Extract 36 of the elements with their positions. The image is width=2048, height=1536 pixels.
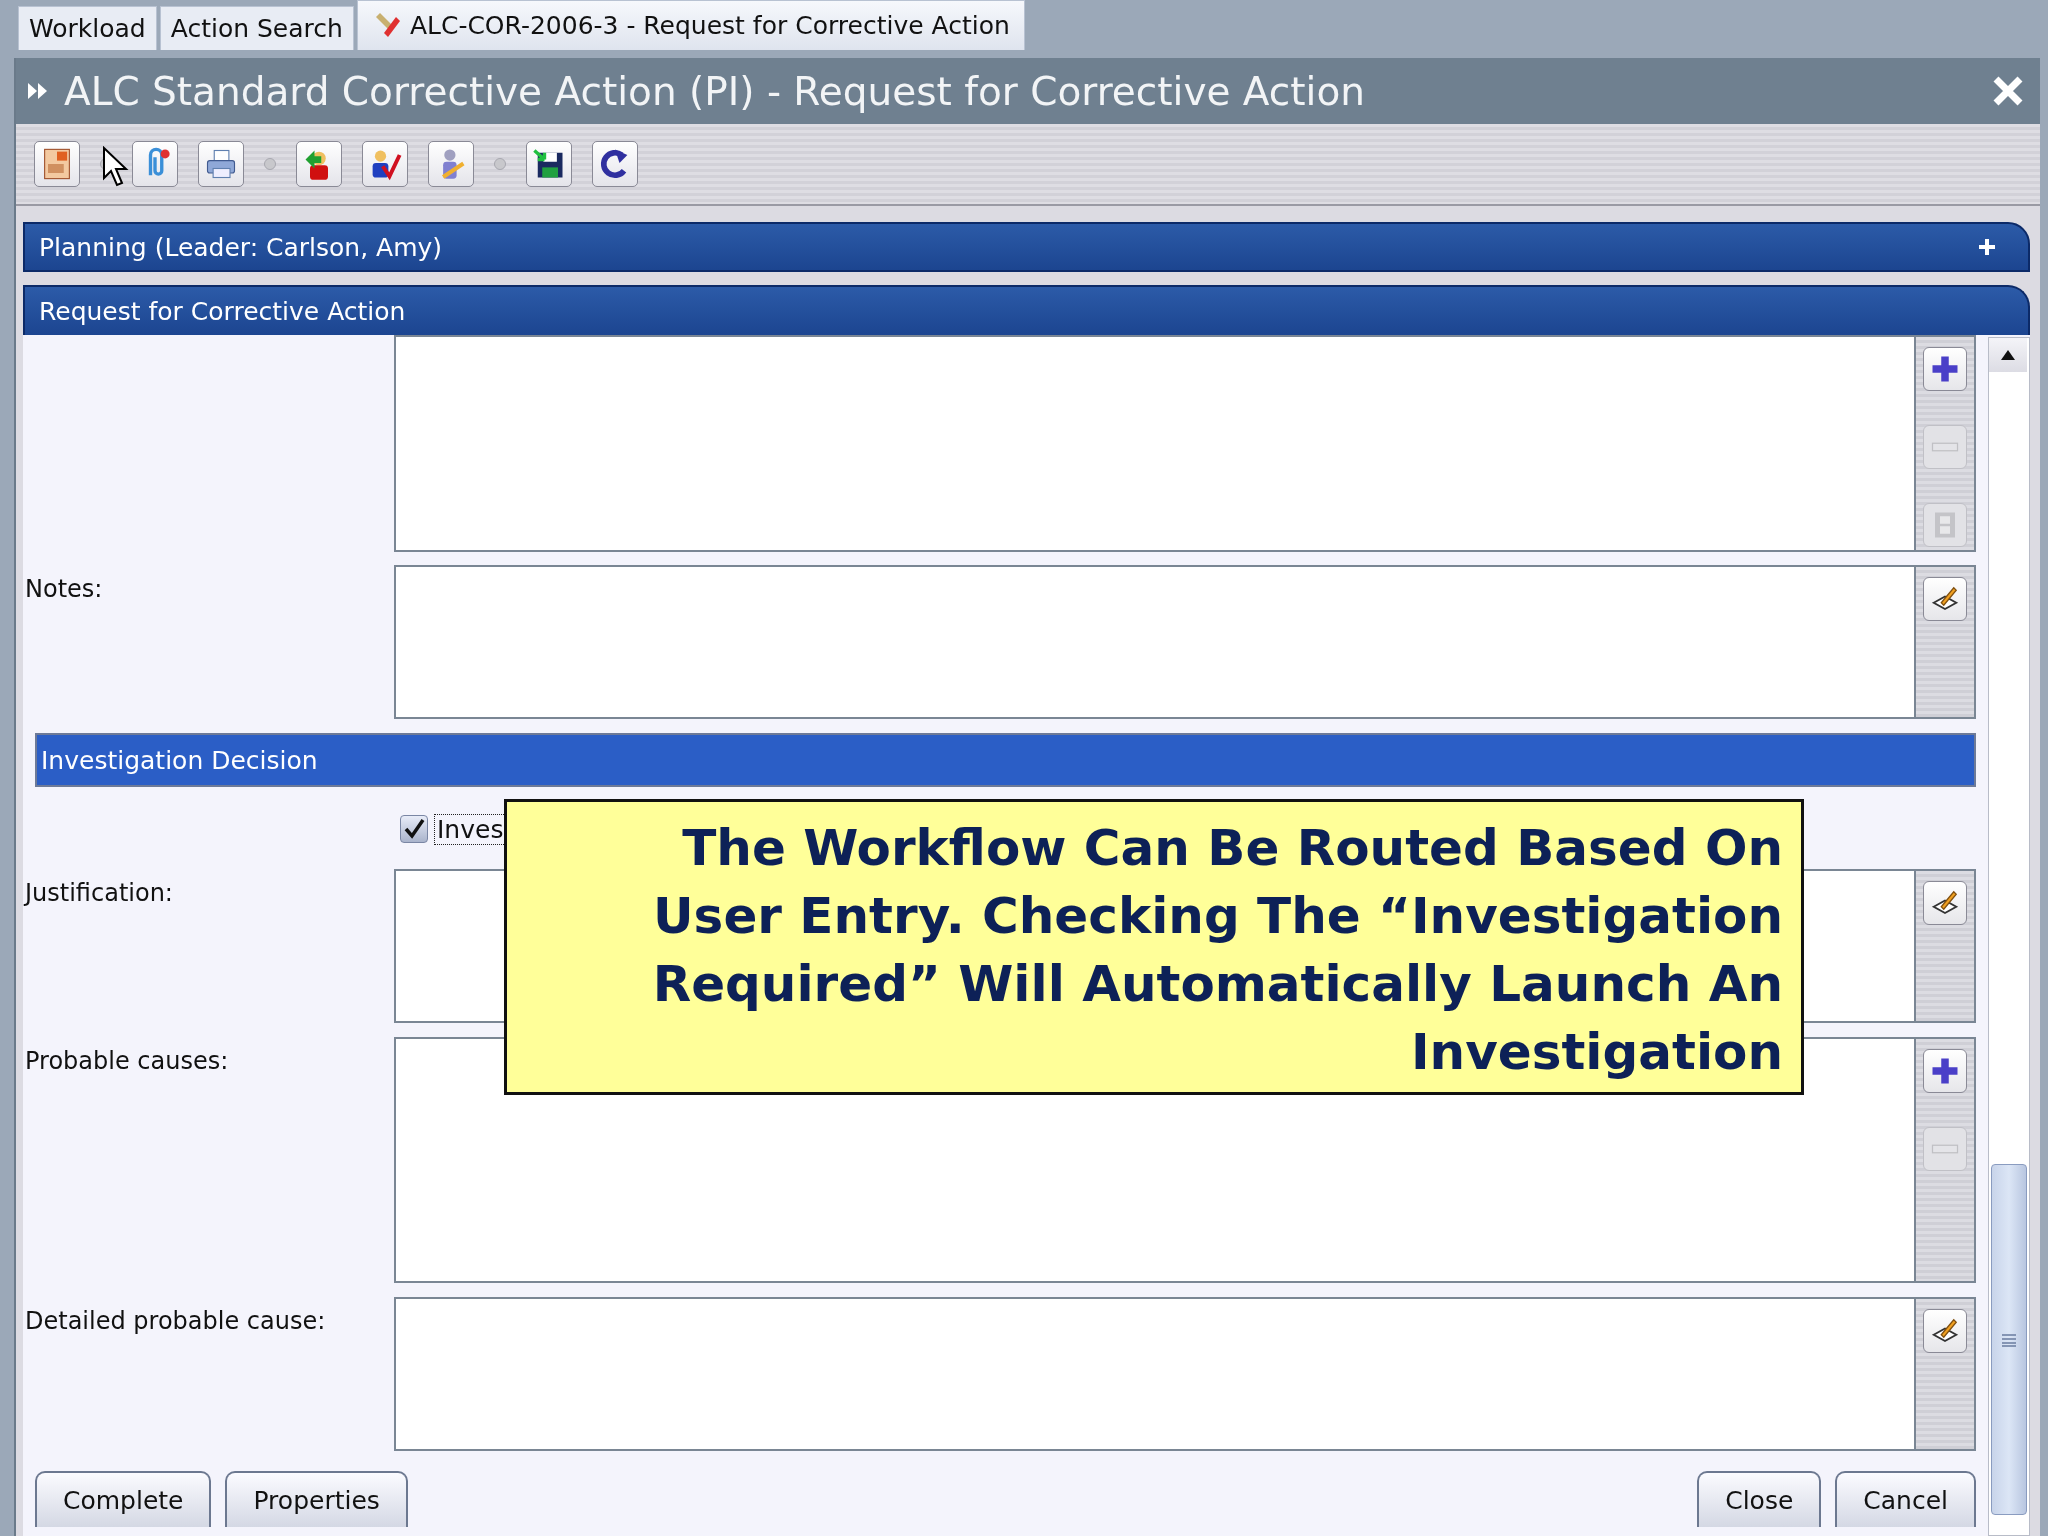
add-button[interactable] [1923, 1049, 1967, 1093]
edit-button[interactable] [1923, 881, 1967, 925]
plus-icon [1978, 238, 1996, 256]
toolbar-button[interactable] [592, 141, 638, 187]
callout-tooltip: The Workflow Can Be Routed Based On User Entry. Checking The “Investigation Required” Will Automatically Launch An Investigation [504, 799, 1804, 1095]
separator-dot [494, 158, 506, 170]
section-bar[interactable]: Request for Corrective Action [23, 285, 2030, 335]
field-label: Notes: [25, 574, 104, 603]
scroll-thumb[interactable] [1991, 1164, 2027, 1515]
up-arrow-icon[interactable] [2000, 349, 2016, 361]
section-bar[interactable]: Planning (Leader: Carlson, Amy) [23, 222, 2030, 272]
action-button[interactable]: Complete [35, 1471, 212, 1527]
toolbar-button[interactable] [526, 141, 572, 187]
tab[interactable]: ALC-COR-2006-3 - Request for Corrective Action [356, 0, 1025, 50]
window-title: ALC Standard Corrective Action (PI) - Request for Corrective Action [64, 68, 1366, 114]
toolbar-button[interactable] [362, 141, 408, 187]
toolbar-button[interactable] [198, 141, 244, 187]
action-button[interactable]: Cancel [1835, 1471, 1976, 1527]
plus-icon [1930, 1056, 1960, 1086]
edit-button[interactable] [1923, 577, 1967, 621]
tab[interactable]: Action Search [159, 6, 354, 50]
separator-dot [264, 158, 276, 170]
checkbox[interactable] [400, 815, 428, 843]
field-label: Probable causes: [25, 1046, 230, 1075]
field-label: Detailed probable cause: [25, 1306, 327, 1335]
field-label: Justification: [25, 878, 174, 907]
add-button[interactable] [1923, 347, 1967, 391]
action-button[interactable]: Close [1697, 1471, 1822, 1527]
tab[interactable]: Workload [18, 6, 157, 50]
scrollbar[interactable] [1988, 337, 2030, 1536]
cursor-icon [102, 146, 130, 188]
action-button[interactable]: Properties [225, 1471, 408, 1527]
grip-icon [2001, 1332, 2017, 1347]
edit-button[interactable] [1923, 1309, 1967, 1353]
plus-icon [1930, 354, 1960, 384]
section-header: Investigation Decision [35, 733, 1976, 787]
